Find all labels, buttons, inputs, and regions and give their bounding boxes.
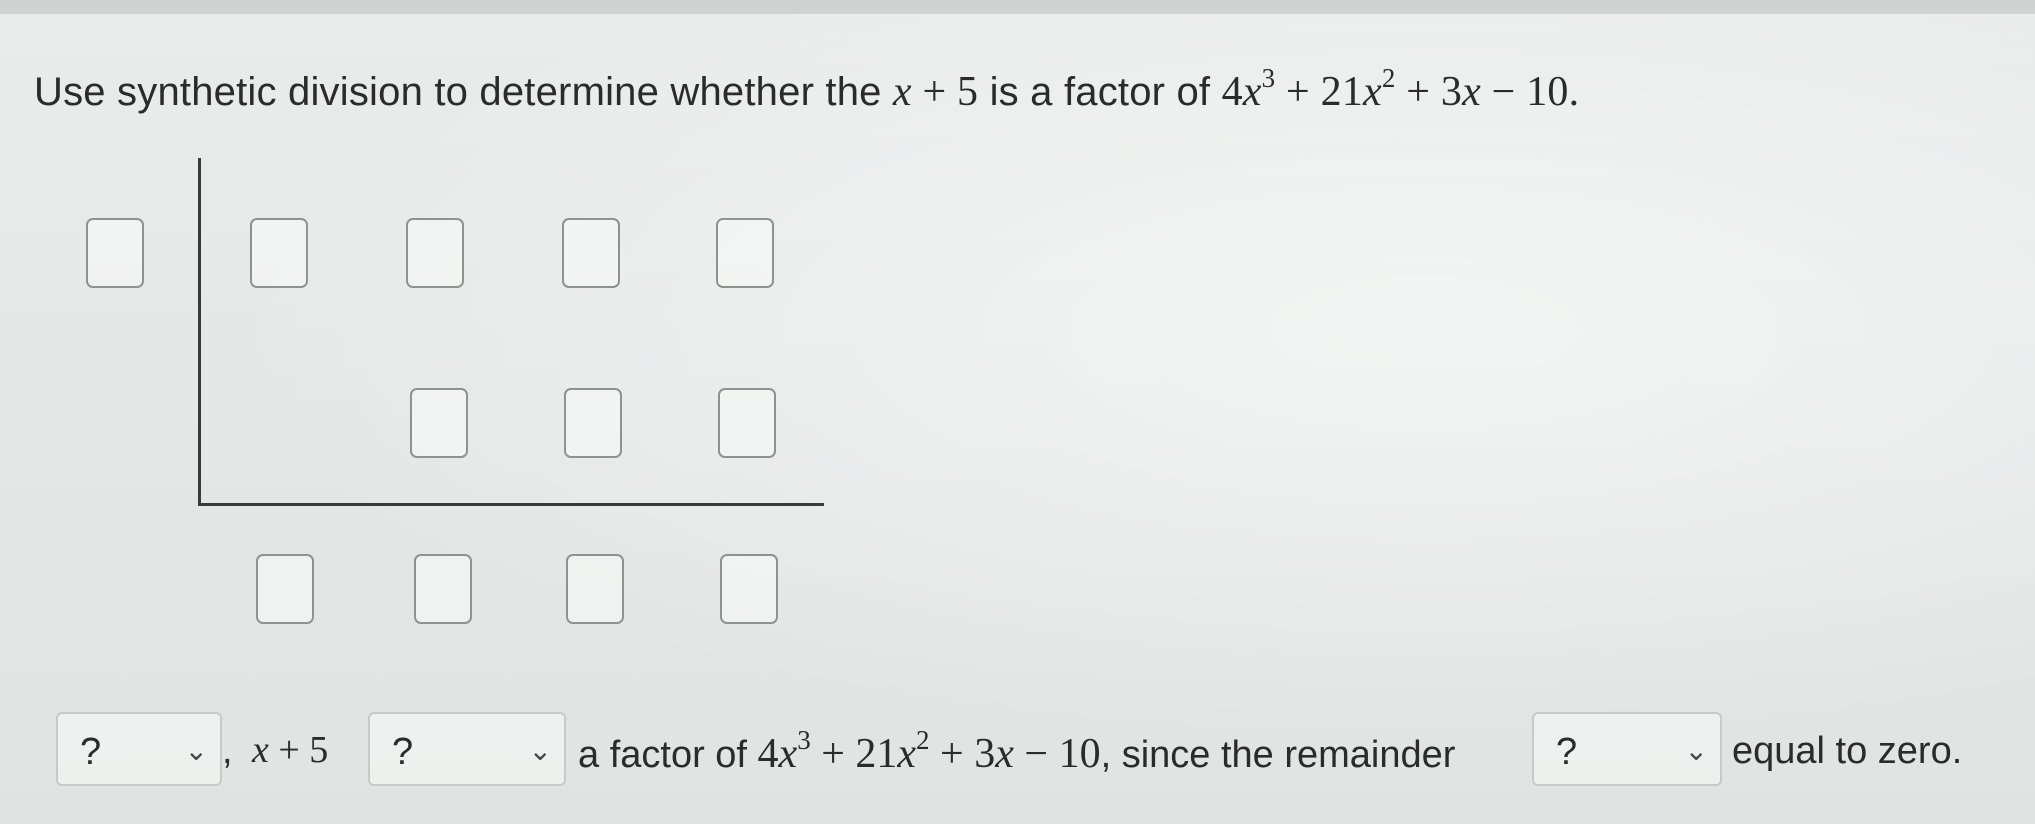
result-input-2[interactable] <box>414 554 472 624</box>
polynomial-expression: 4x3 + 21x2 + 3x − 10. <box>1221 63 1580 115</box>
chevron-down-icon: ⌄ <box>1684 735 1708 766</box>
answer-comma: , <box>222 730 233 772</box>
answer-sentence: ? ⌄ , x + 5 ? ⌄ a factor of 4x3 + 21x2 +… <box>56 712 2016 786</box>
remainder-select-value: ? <box>1556 731 1578 773</box>
conclusion-select[interactable]: ? ⌄ <box>56 712 222 786</box>
question-middle: is a factor of <box>978 70 1222 114</box>
is-isnot-select[interactable]: ? ⌄ <box>368 712 566 786</box>
remainder-select[interactable]: ? ⌄ <box>1532 712 1722 786</box>
divisor-expression: x + 5 <box>892 69 979 115</box>
is-isnot-select-value: ? <box>392 731 414 773</box>
coefficient-input-2[interactable] <box>406 218 464 288</box>
result-input-3[interactable] <box>566 554 624 624</box>
division-vertical-bar <box>198 158 201 506</box>
answer-divisor: x + 5 <box>252 729 329 771</box>
page-background <box>0 0 2035 824</box>
product-input-1[interactable] <box>410 388 468 458</box>
remainder-input[interactable] <box>720 554 778 624</box>
chevron-down-icon: ⌄ <box>528 735 552 766</box>
answer-polynomial: 4x3 + 21x2 + 3x − 10 <box>757 725 1101 777</box>
answer-text-a: a factor of 4x3 + 21x2 + 3x − 10, since … <box>578 725 1456 777</box>
answer-text-c: equal to zero. <box>1732 730 1963 772</box>
result-input-1[interactable] <box>256 554 314 624</box>
division-horizontal-bar <box>198 503 824 506</box>
divisor-root-input[interactable] <box>86 218 144 288</box>
coefficient-input-4[interactable] <box>716 218 774 288</box>
product-input-3[interactable] <box>718 388 776 458</box>
coefficient-input-3[interactable] <box>562 218 620 288</box>
question-text: Use synthetic division to determine whet… <box>34 63 1580 116</box>
product-input-2[interactable] <box>564 388 622 458</box>
top-divider <box>0 0 2035 14</box>
chevron-down-icon: ⌄ <box>184 735 208 766</box>
coefficient-input-1[interactable] <box>250 218 308 288</box>
question-prefix: Use synthetic division to determine whet… <box>34 70 893 114</box>
conclusion-select-value: ? <box>80 731 102 773</box>
